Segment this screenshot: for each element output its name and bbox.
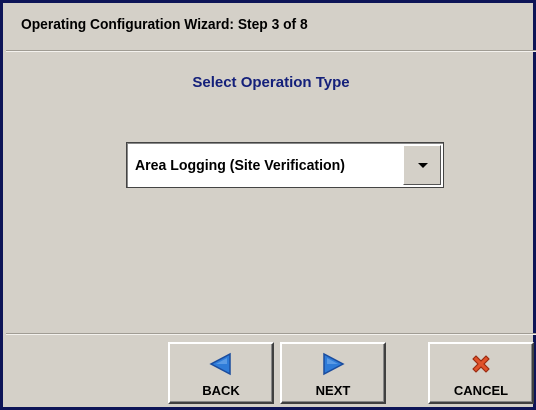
operation-type-select[interactable]: Area Logging (Site Verification) xyxy=(126,142,444,188)
window-title: Operating Configuration Wizard: Step 3 o… xyxy=(21,16,308,33)
back-button[interactable]: BACK xyxy=(168,342,274,404)
triangle-right-icon xyxy=(320,352,346,381)
red-x-icon xyxy=(469,352,493,381)
wizard-window: Operating Configuration Wizard: Step 3 o… xyxy=(0,0,536,410)
chevron-down-icon xyxy=(418,163,428,168)
dropdown-button[interactable] xyxy=(403,145,441,185)
title-bar: Operating Configuration Wizard: Step 3 o… xyxy=(6,6,536,51)
back-button-label: BACK xyxy=(202,383,240,398)
section-heading: Select Operation Type xyxy=(192,74,350,91)
footer-separator xyxy=(6,333,536,335)
cancel-button[interactable]: CANCEL xyxy=(428,342,534,404)
next-button[interactable]: NEXT xyxy=(280,342,386,404)
operation-type-selected-value: Area Logging (Site Verification) xyxy=(135,157,345,174)
cancel-button-label: CANCEL xyxy=(453,383,509,398)
next-button-label: NEXT xyxy=(315,383,351,398)
triangle-left-icon xyxy=(208,352,234,381)
